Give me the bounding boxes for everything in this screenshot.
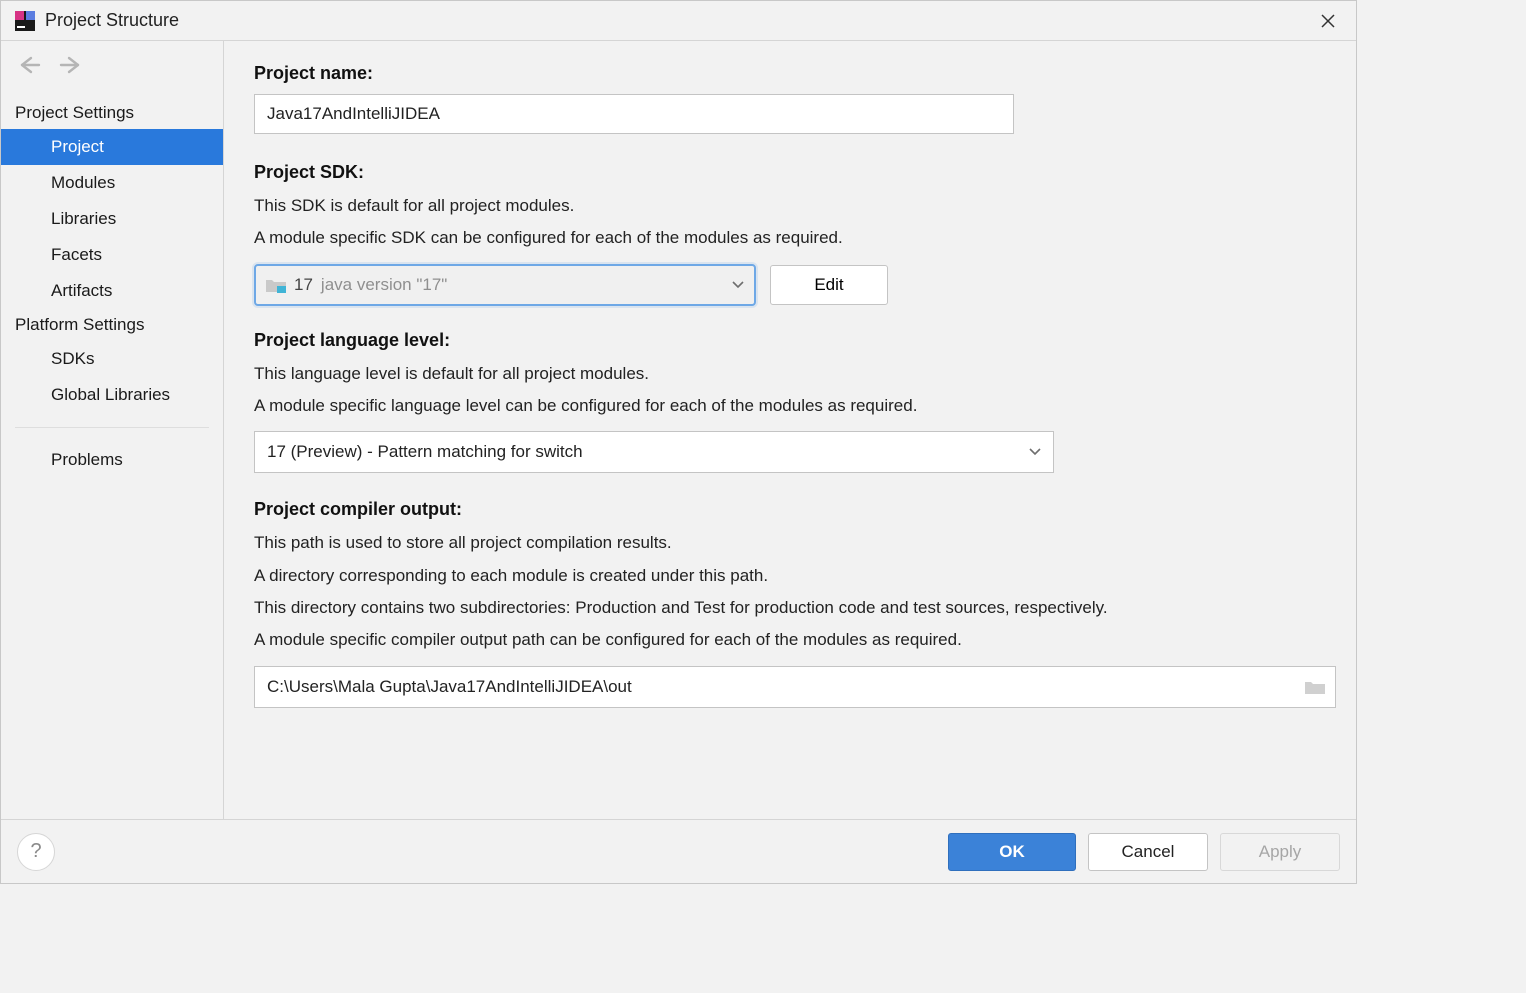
- sdk-desc2: A module specific SDK can be configured …: [254, 225, 1326, 251]
- project-name-label: Project name:: [254, 63, 1326, 84]
- sdk-version: java version "17": [321, 275, 447, 295]
- sidebar-item-label: Facets: [51, 245, 102, 264]
- main-panel: Project name: Project SDK: This SDK is d…: [224, 41, 1356, 819]
- ok-button[interactable]: OK: [948, 833, 1076, 871]
- edit-sdk-button[interactable]: Edit: [770, 265, 888, 305]
- sidebar-divider: [15, 427, 209, 428]
- close-button[interactable]: [1312, 5, 1344, 37]
- compiler-output-input[interactable]: [255, 667, 1295, 707]
- chevron-down-icon: [1029, 448, 1041, 456]
- compiler-output-row: [254, 666, 1336, 708]
- sidebar-item-modules[interactable]: Modules: [1, 165, 223, 201]
- forward-arrow-icon[interactable]: [59, 55, 83, 79]
- project-structure-dialog: Project Structure Project Settings Proje…: [0, 0, 1357, 884]
- language-level-value: 17 (Preview) - Pattern matching for swit…: [267, 442, 583, 462]
- cancel-button[interactable]: Cancel: [1088, 833, 1208, 871]
- sidebar-item-problems[interactable]: Problems: [1, 442, 223, 478]
- sidebar-item-label: Global Libraries: [51, 385, 170, 404]
- sidebar-item-label: Modules: [51, 173, 115, 192]
- language-level-combobox[interactable]: 17 (Preview) - Pattern matching for swit…: [254, 431, 1054, 473]
- sidebar-item-label: Libraries: [51, 209, 116, 228]
- titlebar-left: Project Structure: [15, 10, 179, 31]
- sdk-combobox[interactable]: 17 java version "17": [254, 264, 756, 306]
- sidebar-item-facets[interactable]: Facets: [1, 237, 223, 273]
- titlebar: Project Structure: [1, 1, 1356, 41]
- apply-button[interactable]: Apply: [1220, 833, 1340, 871]
- browse-folder-button[interactable]: [1295, 667, 1335, 707]
- sidebar-item-libraries[interactable]: Libraries: [1, 201, 223, 237]
- help-icon: ?: [30, 840, 41, 863]
- output-desc2: A directory corresponding to each module…: [254, 563, 1326, 589]
- nav-arrows: [1, 55, 223, 97]
- sdk-name: 17: [294, 275, 313, 295]
- sidebar-item-sdks[interactable]: SDKs: [1, 341, 223, 377]
- sidebar: Project Settings Project Modules Librari…: [1, 41, 224, 819]
- sidebar-item-label: SDKs: [51, 349, 94, 368]
- output-desc1: This path is used to store all project c…: [254, 530, 1326, 556]
- chevron-down-icon: [732, 281, 744, 289]
- platform-settings-heading: Platform Settings: [1, 309, 223, 341]
- sidebar-item-global-libraries[interactable]: Global Libraries: [1, 377, 223, 413]
- lang-desc1: This language level is default for all p…: [254, 361, 1326, 387]
- project-sdk-label: Project SDK:: [254, 162, 1326, 183]
- project-name-input[interactable]: [254, 94, 1014, 134]
- sdk-row: 17 java version "17" Edit: [254, 264, 1326, 306]
- folder-icon: [1305, 679, 1325, 695]
- output-desc3: This directory contains two subdirectori…: [254, 595, 1326, 621]
- output-desc4: A module specific compiler output path c…: [254, 627, 1326, 653]
- sidebar-item-project[interactable]: Project: [1, 129, 223, 165]
- dialog-body: Project Settings Project Modules Librari…: [1, 41, 1356, 819]
- jdk-folder-icon: [266, 277, 286, 293]
- window-title: Project Structure: [45, 10, 179, 31]
- footer: ? OK Cancel Apply: [1, 819, 1356, 883]
- sidebar-item-label: Project: [51, 137, 104, 156]
- help-button[interactable]: ?: [17, 833, 55, 871]
- sidebar-item-label: Artifacts: [51, 281, 112, 300]
- compiler-output-label: Project compiler output:: [254, 499, 1326, 520]
- sidebar-item-artifacts[interactable]: Artifacts: [1, 273, 223, 309]
- project-settings-heading: Project Settings: [1, 97, 223, 129]
- back-arrow-icon[interactable]: [17, 55, 41, 79]
- intellij-icon: [15, 11, 35, 31]
- language-level-label: Project language level:: [254, 330, 1326, 351]
- lang-desc2: A module specific language level can be …: [254, 393, 1326, 419]
- sdk-desc1: This SDK is default for all project modu…: [254, 193, 1326, 219]
- sidebar-item-label: Problems: [51, 450, 123, 469]
